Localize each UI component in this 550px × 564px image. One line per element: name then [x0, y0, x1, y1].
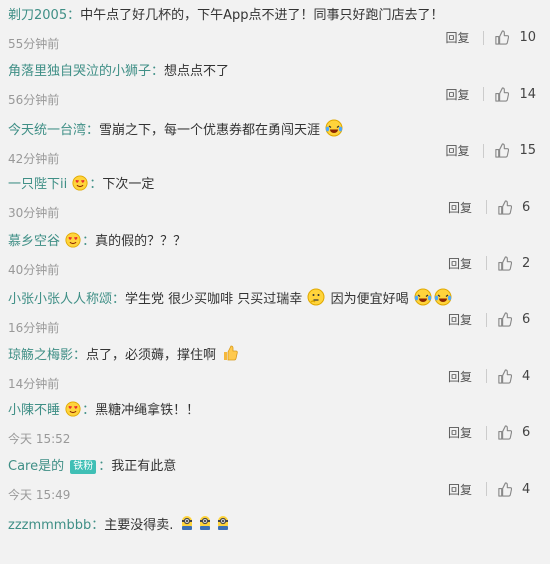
comment-author[interactable]: 慕乡空谷 [8, 234, 60, 249]
thumbs-up-icon[interactable] [497, 369, 512, 384]
divider [486, 200, 487, 215]
heart-eyes-emoji [72, 175, 88, 191]
thumbs-up-icon[interactable] [494, 87, 510, 102]
author-colon: ： [82, 402, 96, 418]
laughing-crying-emoji [434, 288, 452, 306]
minion-emoji [217, 515, 228, 530]
thinking-emoji [307, 288, 325, 306]
comment-text: 黑糖冲绳拿铁！！ [95, 402, 200, 418]
divider [486, 425, 487, 440]
comment-text: 下次一定 [102, 177, 155, 193]
comment-item: 小张小张人人称颂：学生党 很少买咖啡 只买过瑞幸 因为便宜好喝 16分钟前 回复… [0, 282, 550, 338]
author-colon: ： [67, 8, 81, 23]
divider [483, 30, 485, 45]
comment-item: 小陳不睡 ：黑糖冲绳拿铁！！ 今天 15:52 回复 6 [0, 395, 550, 451]
comment-item: 剃刀2005：中午点了好几杯的，下午App点不进了！同事只好跑门店去了！ 55分… [0, 0, 550, 56]
comment-author[interactable]: 小陳不睡 [8, 403, 60, 418]
author-colon: ： [98, 459, 112, 475]
author-colon: ： [86, 122, 100, 138]
divider [483, 87, 485, 102]
comment-text: 主要没得卖. [104, 517, 174, 533]
thumbs-up-icon[interactable] [497, 312, 512, 327]
thumbs-up-emoji [224, 345, 238, 361]
laughing-crying-emoji [325, 119, 343, 137]
thumbs-up-icon[interactable] [497, 256, 512, 271]
divider [483, 143, 485, 158]
comment-author[interactable]: 一只陛下ii [8, 177, 67, 192]
comment-item: 今天统一台湾：雪崩之下，每一个优惠券都在勇闯天涯 42分钟前 回复 15 [0, 113, 550, 169]
thumbs-up-icon[interactable] [494, 30, 510, 46]
comment-text: 中午点了好几杯的，下午App点不进了！同事只好跑门店去了！ [80, 8, 444, 23]
comment-text: 点了，必须薅，撑住啊 [86, 348, 217, 364]
divider [486, 256, 487, 271]
reply-button[interactable]: 回复 [448, 424, 472, 441]
comment-list: 剃刀2005：中午点了好几杯的，下午App点不进了！同事只好跑门店去了！ 55分… [0, 0, 550, 564]
author-colon: ： [89, 177, 103, 193]
reply-button[interactable]: 回复 [445, 142, 469, 159]
author-colon: ： [91, 517, 105, 533]
like-count: 6 [522, 425, 531, 441]
like-count: 10 [519, 30, 536, 46]
comment-text: 想点点不了 [164, 64, 230, 80]
minion-emoji [199, 515, 210, 530]
divider [486, 482, 487, 497]
divider [486, 312, 487, 327]
comment-item: zzzmmmbbb：主要没得卖. [0, 508, 550, 564]
reply-button[interactable]: 回复 [448, 311, 472, 328]
comment-item: 慕乡空谷 ：真的假的？？？ 40分钟前 回复 2 [0, 226, 550, 282]
comment-author[interactable]: Care是的 [8, 459, 64, 474]
fan-badge: 铁粉 [70, 460, 97, 475]
thumbs-up-icon[interactable] [497, 199, 512, 215]
divider [486, 369, 487, 384]
thumbs-up-icon[interactable] [497, 481, 512, 497]
like-count: 15 [519, 143, 536, 159]
author-colon: ： [112, 291, 126, 307]
heart-eyes-emoji [65, 401, 81, 417]
comment-item: Care是的 铁粉 ：我正有此意 今天 15:49 回复 4 [0, 451, 550, 507]
comment-text: 真的假的？？？ [95, 233, 187, 249]
comment-text-continued: 因为便宜好喝 [330, 291, 409, 307]
reply-button[interactable]: 回复 [448, 368, 472, 385]
reply-button[interactable]: 回复 [448, 199, 472, 216]
thumbs-up-icon[interactable] [494, 143, 510, 158]
heart-eyes-emoji [65, 232, 81, 248]
author-colon: ： [82, 233, 96, 249]
comment-author[interactable]: zzzmmmbbb [8, 518, 91, 533]
comment-item: 琼觞之梅影：点了，必须薅，撑住啊 14分钟前 回复 4 [0, 338, 550, 394]
author-colon: ： [73, 348, 87, 364]
comment-text: 雪崩之下，每一个优惠券都在勇闯天涯 [99, 122, 321, 138]
comment-author[interactable]: 剃刀2005 [8, 8, 67, 23]
like-count: 6 [522, 199, 531, 215]
comment-item: 角落里独自哭泣的小狮子：想点点不了 56分钟前 回复 14 [0, 56, 550, 112]
reply-button[interactable]: 回复 [448, 255, 472, 272]
reply-button[interactable]: 回复 [448, 481, 472, 498]
reply-button[interactable]: 回复 [445, 29, 469, 46]
comment-author[interactable]: 今天统一台湾 [8, 123, 86, 138]
like-count: 14 [519, 86, 536, 102]
like-count: 4 [522, 481, 531, 497]
comment-author[interactable]: 琼觞之梅影 [8, 348, 73, 363]
thumbs-up-icon[interactable] [497, 425, 512, 440]
like-count: 4 [522, 368, 531, 384]
minion-emoji [181, 515, 192, 530]
comment-author[interactable]: 小张小张人人称颂 [8, 292, 112, 307]
comment-text: 学生党 很少买咖啡 只买过瑞幸 [125, 291, 303, 307]
reply-button[interactable]: 回复 [445, 86, 469, 103]
author-colon: ： [151, 64, 165, 80]
comment-author[interactable]: 角落里独自哭泣的小狮子 [8, 64, 151, 79]
like-count: 2 [522, 255, 531, 271]
comment-item: 一只陛下ii ：下次一定 30分钟前 回复 6 [0, 169, 550, 225]
like-count: 6 [522, 312, 531, 328]
comment-text: 我正有此意 [111, 459, 177, 475]
laughing-crying-emoji [414, 288, 432, 306]
